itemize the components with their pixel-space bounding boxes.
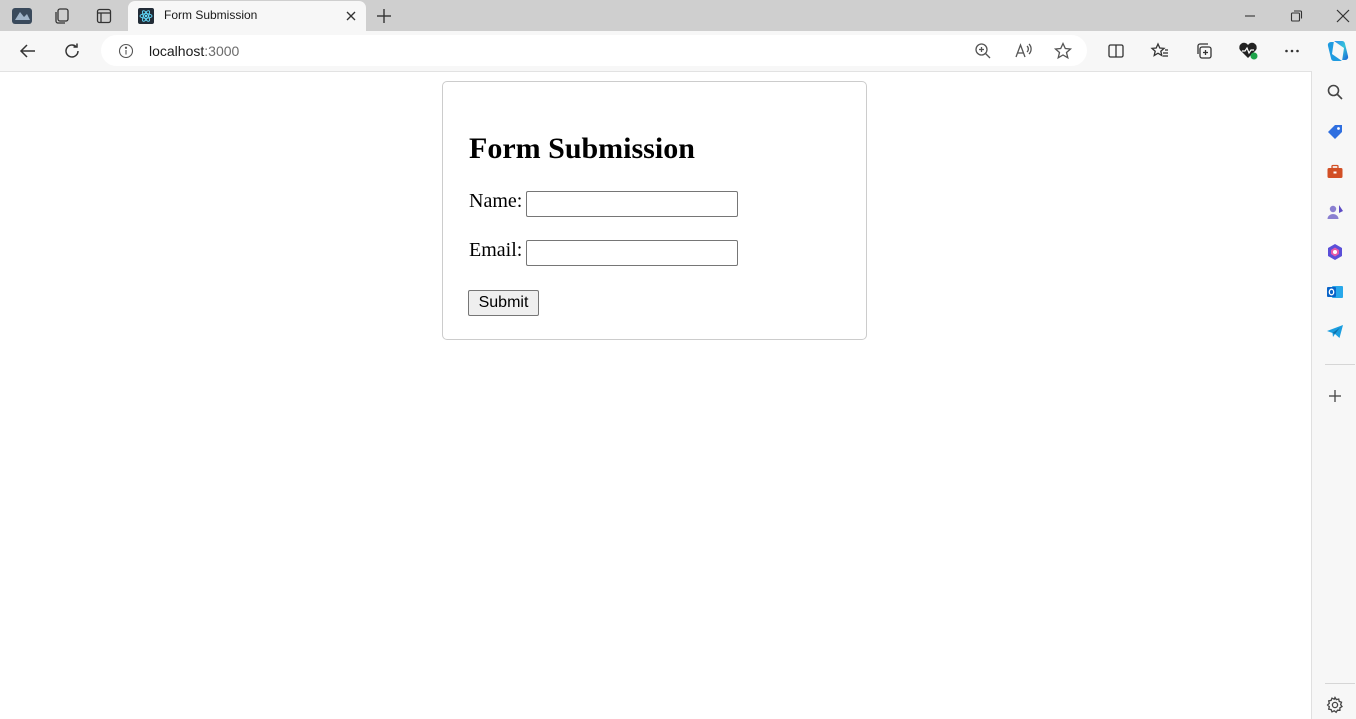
address-bar[interactable]: localhost:3000 <box>101 35 1087 66</box>
copilot-icon[interactable] <box>1326 39 1350 63</box>
back-icon[interactable] <box>16 39 40 63</box>
form-card: Form Submission Name: Email: Submit <box>442 81 867 340</box>
new-tab-icon[interactable] <box>374 6 394 26</box>
profile-avatar-icon[interactable] <box>9 3 35 29</box>
browser-toolbar: localhost:3000 <box>0 31 1356 72</box>
favorite-star-icon[interactable] <box>1053 41 1073 61</box>
edge-sidebar <box>1311 71 1356 719</box>
more-options-icon[interactable] <box>1280 39 1304 63</box>
split-screen-icon[interactable] <box>1104 39 1128 63</box>
refresh-icon[interactable] <box>60 39 84 63</box>
tab-strip: Form Submission <box>0 0 1356 31</box>
name-label: Name: <box>469 190 523 212</box>
react-logo-icon <box>138 8 154 24</box>
name-input[interactable] <box>526 191 738 217</box>
close-window-icon[interactable] <box>1333 6 1353 26</box>
sidebar-divider <box>1325 364 1355 365</box>
telegram-icon[interactable] <box>1326 323 1344 341</box>
url-host: localhost <box>149 43 205 59</box>
email-input[interactable] <box>526 240 738 266</box>
workspaces-icon[interactable] <box>49 3 75 29</box>
add-icon[interactable] <box>1326 387 1344 405</box>
email-label: Email: <box>469 239 523 261</box>
submit-button[interactable]: Submit <box>468 290 539 316</box>
microsoft365-icon[interactable] <box>1326 243 1344 261</box>
restore-icon[interactable] <box>1286 6 1306 26</box>
site-info-icon[interactable] <box>118 43 134 59</box>
sidebar-divider-bottom <box>1325 683 1355 684</box>
settings-gear-icon[interactable] <box>1326 696 1344 714</box>
read-aloud-icon[interactable] <box>1013 41 1033 61</box>
tab-title: Form Submission <box>164 8 258 22</box>
url-port: :3000 <box>204 43 240 59</box>
collections-icon[interactable] <box>1192 39 1216 63</box>
close-tab-icon[interactable] <box>344 9 358 23</box>
vertical-tabs-icon[interactable] <box>91 3 117 29</box>
favorites-icon[interactable] <box>1148 39 1172 63</box>
browser-tab[interactable]: Form Submission <box>128 1 366 31</box>
minimize-icon[interactable] <box>1240 6 1260 26</box>
tools-briefcase-icon[interactable] <box>1326 163 1344 181</box>
games-icon[interactable] <box>1326 203 1344 221</box>
zoom-icon[interactable] <box>973 41 993 61</box>
page-title: Form Submission <box>469 132 695 165</box>
search-icon[interactable] <box>1326 83 1344 101</box>
browser-essentials-icon[interactable] <box>1236 39 1260 63</box>
url-text[interactable]: localhost:3000 <box>149 43 239 59</box>
outlook-icon[interactable] <box>1326 283 1344 301</box>
shopping-tag-icon[interactable] <box>1326 123 1344 141</box>
